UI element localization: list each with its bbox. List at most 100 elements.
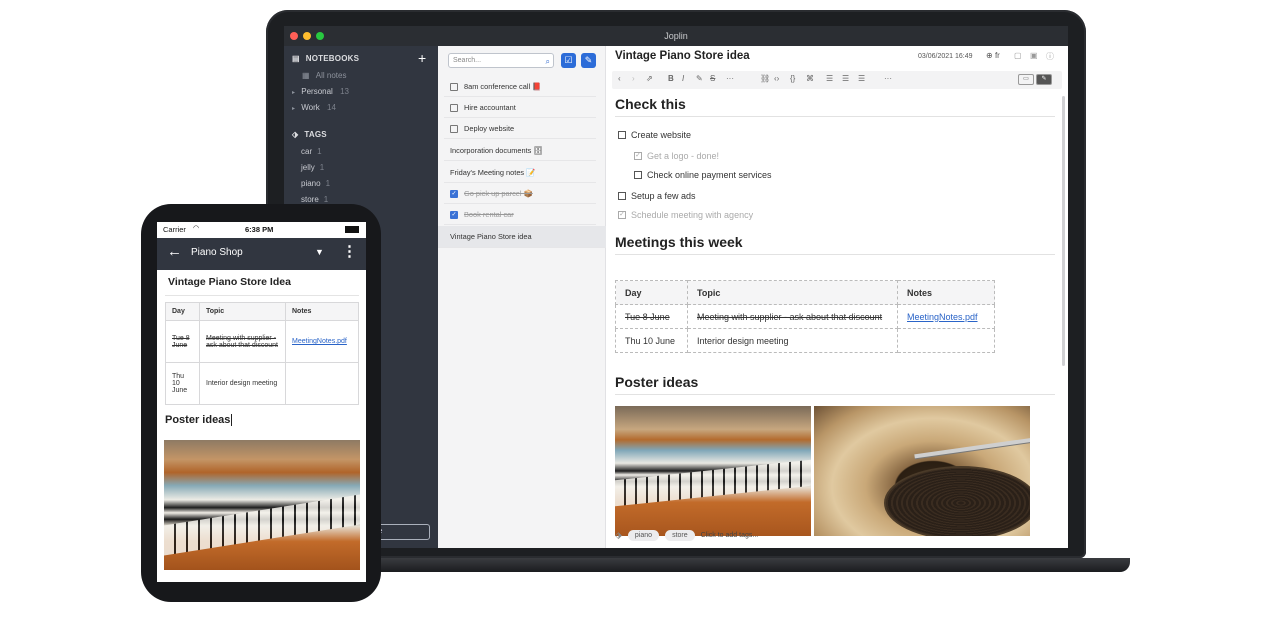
tag-icon: ⬗	[615, 530, 622, 540]
search-input[interactable]: Search... ⌕	[448, 53, 554, 68]
mobile-meetings-table: Day Topic Notes Tue 8 June Meeting with …	[165, 302, 359, 405]
attachment-icon[interactable]: ⌘	[806, 74, 814, 83]
table-header: Topic	[687, 280, 898, 305]
table-header: Topic	[199, 302, 286, 321]
chevron-right-icon: ▸	[292, 90, 296, 96]
note-item[interactable]: ✓ Go pick up parcel 📦	[444, 184, 596, 204]
numbered-list-icon[interactable]: ☰	[842, 74, 849, 83]
dropdown-icon[interactable]: ▼	[315, 247, 324, 257]
checklist-item[interactable]: ✓ Get a logo - done!	[634, 151, 719, 161]
notebook-title[interactable]: Piano Shop	[191, 247, 243, 258]
sidebar-tag-jelly[interactable]: jelly 1	[301, 163, 324, 172]
sidebar-item-all-notes[interactable]: ▦ All notes	[302, 71, 346, 80]
bold-icon[interactable]: B	[668, 74, 674, 83]
sidebar-item-work[interactable]: ▸ Work 14	[292, 103, 336, 112]
sidebar-tag-store[interactable]: store 1	[301, 195, 328, 204]
heading-meetings: Meetings this week	[615, 234, 1055, 255]
new-todo-button[interactable]: ☑	[561, 53, 576, 68]
bulleted-list-icon[interactable]: ☰	[826, 74, 833, 83]
table-cell: Meeting with supplier - ask about that d…	[687, 304, 898, 329]
highlight-icon[interactable]: ✎	[696, 74, 703, 83]
globe-icon: ⊕	[986, 51, 993, 60]
todo-checkbox[interactable]	[450, 124, 458, 133]
info-icon[interactable]: ⓘ	[1046, 51, 1054, 62]
code-block-icon[interactable]: {}	[790, 74, 795, 83]
table-cell: Interior design meeting	[687, 328, 898, 353]
back-arrow-icon[interactable]: ←	[167, 243, 182, 260]
table-row: Tue 8 June Meeting with supplier - ask a…	[165, 320, 359, 363]
tags-bar: ⬗ piano store Click to add tags...	[615, 530, 758, 541]
checklist-item[interactable]: Setup a few ads	[618, 191, 696, 201]
code-icon[interactable]: ‹›	[774, 74, 779, 83]
strikethrough-icon[interactable]: S	[710, 74, 715, 83]
tag-chip[interactable]: store	[665, 530, 695, 541]
checklist-item[interactable]: ✓ Schedule meeting with agency	[618, 210, 753, 220]
note-title[interactable]: Vintage Piano Store idea	[615, 50, 750, 62]
checkbox[interactable]	[618, 192, 626, 200]
layout-icon[interactable]: ▣	[1030, 51, 1038, 60]
checklist-icon[interactable]: ☰	[858, 74, 865, 83]
add-tags-link[interactable]: Click to add tags...	[701, 532, 759, 539]
forward-icon[interactable]: ›	[632, 74, 635, 83]
text-cursor	[231, 414, 233, 426]
sidebar-tag-car[interactable]: car 1	[301, 147, 322, 156]
checklist-item[interactable]: Check online payment services	[634, 170, 772, 180]
note-item[interactable]: Incorporation documents 🗄	[444, 141, 596, 161]
sidebar-tag-piano[interactable]: piano 1	[301, 179, 330, 188]
table-cell: Interior design meeting	[199, 362, 286, 405]
app-title: Joplin	[664, 31, 688, 41]
new-note-button[interactable]: ✎	[581, 53, 596, 68]
more-options-icon[interactable]: ···	[884, 74, 892, 83]
more-vert-icon[interactable]: ⋮	[342, 242, 357, 260]
sidebar-item-personal[interactable]: ▸ Personal 13	[292, 87, 349, 96]
checkbox[interactable]	[618, 131, 626, 139]
markdown-toggle-icon[interactable]: ▭	[1018, 74, 1034, 85]
close-window-button[interactable]	[290, 32, 298, 40]
checklist-item[interactable]: Create website	[618, 130, 691, 140]
todo-checkbox[interactable]	[450, 103, 458, 112]
table-cell: Meeting with supplier - ask about that d…	[199, 320, 286, 363]
tags-header[interactable]: ⬗ TAGS	[292, 130, 327, 139]
mobile-poster-heading[interactable]: Poster ideas	[165, 414, 233, 426]
table-cell	[897, 328, 995, 353]
more-icon[interactable]: ···	[726, 74, 734, 83]
todo-checkbox[interactable]: ✓	[450, 189, 458, 198]
add-notebook-button[interactable]: +	[418, 50, 426, 66]
checkbox-checked[interactable]: ✓	[634, 152, 642, 160]
spellcheck-language[interactable]: ⊕ fr	[986, 51, 1000, 60]
note-editor: Vintage Piano Store idea 03/06/2021 16:4…	[606, 46, 1068, 548]
editor-scrollbar[interactable]	[1062, 96, 1065, 366]
table-cell: Tue 8 June	[165, 320, 200, 363]
table-cell: MeetingNotes.pdf	[897, 304, 995, 329]
checkbox-checked[interactable]: ✓	[618, 211, 626, 219]
turntable-image	[814, 406, 1030, 536]
note-item[interactable]: Friday's Meeting notes 📝	[444, 163, 596, 183]
todo-checkbox[interactable]	[450, 82, 458, 91]
attachment-link[interactable]: MeetingNotes.pdf	[292, 338, 347, 345]
maximize-window-button[interactable]	[316, 32, 324, 40]
todo-checkbox[interactable]: ✓	[450, 210, 458, 219]
italic-icon[interactable]: I	[682, 74, 684, 83]
alarm-icon[interactable]: ▢	[1014, 51, 1022, 60]
wifi-icon: ◠	[193, 225, 200, 232]
notebooks-header[interactable]: ▤ NOTEBOOKS	[292, 54, 359, 63]
minimize-window-button[interactable]	[303, 32, 311, 40]
back-icon[interactable]: ‹	[618, 74, 621, 83]
editor-toolbar: ‹ › ⇗ B I ✎ S ··· ⛓ ‹› {} ⌘ ☰ ☰ ☰ ··· ▭ …	[612, 71, 1062, 89]
note-item[interactable]: ✓ Book rental car	[444, 205, 596, 225]
mobile-note-title: Vintage Piano Store Idea	[168, 276, 291, 288]
note-item[interactable]: Deploy website	[444, 119, 596, 139]
tag-chip[interactable]: piano	[627, 530, 660, 541]
external-edit-icon[interactable]: ⇗	[646, 74, 653, 83]
table-cell: MeetingNotes.pdf	[285, 320, 359, 363]
table-cell: Thu 10 June	[165, 362, 200, 405]
checkbox[interactable]	[634, 171, 642, 179]
link-icon[interactable]: ⛓	[760, 74, 770, 83]
attachment-link[interactable]: MeetingNotes.pdf	[907, 312, 978, 322]
table-cell	[285, 362, 359, 405]
note-item[interactable]: 8am conference call 📕	[444, 77, 596, 97]
rich-text-toggle-icon[interactable]: ✎	[1036, 74, 1052, 85]
checkbox-icon: ☑	[564, 55, 573, 65]
note-item-selected[interactable]: Vintage Piano Store idea	[438, 226, 606, 248]
note-item[interactable]: Hire accountant	[444, 98, 596, 118]
